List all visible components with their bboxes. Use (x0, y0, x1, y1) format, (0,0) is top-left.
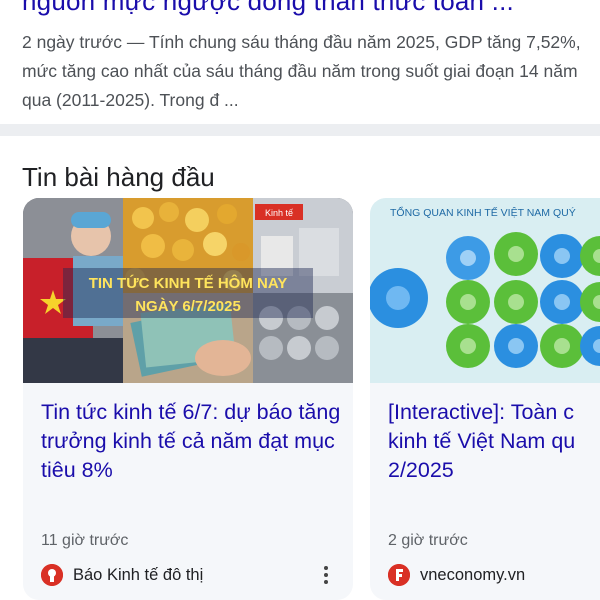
search-result: nguồn mực ngược dòng thần thức toàn ... … (0, 0, 600, 124)
news-thumbnail[interactable]: TỔNG QUAN KINH TẾ VIỆT NAM QUÝ (370, 198, 600, 383)
more-options-icon[interactable] (313, 562, 339, 588)
news-source: vneconomy.vn (388, 564, 525, 586)
news-title-link[interactable]: Tin tức kinh tế 6/7: dự báo tăng trưởng … (41, 398, 341, 485)
image-badge: Kinh tế (265, 208, 293, 218)
section-divider (0, 124, 600, 136)
source-name: Báo Kinh tế đô thị (73, 565, 204, 584)
news-thumbnail[interactable]: Kinh tế TIN TỨC KINH TẾ HÔM NAY NGÀY 6/7… (23, 198, 353, 383)
source-logo-icon (41, 564, 63, 586)
image-headline: TỔNG QUAN KINH TẾ VIỆT NAM QUÝ (390, 206, 576, 219)
result-snippet: 2 ngày trước — Tính chung sáu tháng đầu … (22, 32, 581, 110)
result-title-link[interactable]: nguồn mực ngược dòng thần thức toàn ... (22, 0, 514, 17)
news-source: Báo Kinh tế đô thị (41, 564, 203, 586)
top-stories-carousel[interactable]: Kinh tế TIN TỨC KINH TẾ HÔM NAY NGÀY 6/7… (0, 198, 600, 600)
news-time: 2 giờ trước (388, 532, 468, 549)
news-time: 11 giờ trước (41, 532, 129, 549)
source-name: vneconomy.vn (420, 565, 526, 584)
source-logo-icon (388, 564, 410, 586)
news-card[interactable]: TỔNG QUAN KINH TẾ VIỆT NAM QUÝ [Interact… (370, 198, 600, 600)
news-card[interactable]: Kinh tế TIN TỨC KINH TẾ HÔM NAY NGÀY 6/7… (23, 198, 353, 600)
news-title-link[interactable]: [Interactive]: Toàn c kinh tế Việt Nam q… (388, 398, 600, 485)
image-headline: TIN TỨC KINH TẾ HÔM NAY (89, 274, 288, 292)
image-date: NGÀY 6/7/2025 (135, 298, 241, 315)
top-stories-heading: Tin bài hàng đầu (22, 162, 215, 192)
